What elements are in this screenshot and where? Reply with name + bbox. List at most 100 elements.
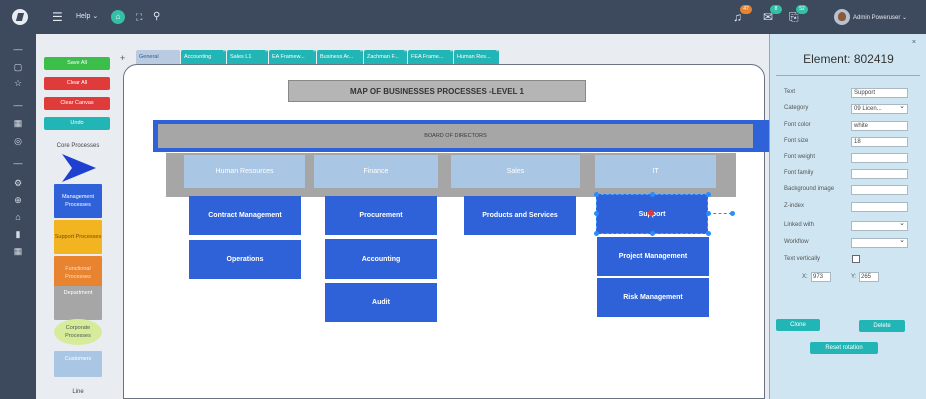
resize-handle-tl[interactable] (594, 192, 599, 197)
x-label: X: (802, 274, 808, 280)
process-project-management[interactable]: Project Management (597, 237, 709, 276)
font-weight-field[interactable] (851, 153, 908, 163)
delete-button[interactable]: Delete (859, 320, 905, 332)
close-icon[interactable]: ˟ (223, 50, 225, 61)
bar-chart-icon[interactable]: ▮ (10, 229, 26, 240)
close-icon[interactable]: ˟ (360, 50, 362, 61)
avatar[interactable] (834, 9, 850, 25)
tab-ea-framework[interactable]: EA Framew... ˟ (269, 50, 316, 65)
shape-department[interactable]: Department (54, 286, 102, 320)
element-title: Element: 802419 (803, 52, 894, 66)
properties-panel: × Element: 802419 Text Support Category … (769, 34, 926, 399)
close-icon[interactable]: × (912, 39, 916, 46)
category-select[interactable]: 09 Licen... (851, 103, 908, 114)
close-icon[interactable]: ˟ (404, 50, 406, 61)
clone-button[interactable]: Clone (776, 319, 820, 331)
linked-with-select[interactable] (851, 220, 908, 231)
connector-handle[interactable] (730, 211, 735, 216)
clear-canvas-button[interactable]: Clear Canvas (44, 97, 110, 110)
menu-icon[interactable]: ☰ (52, 9, 63, 25)
tab-general[interactable]: General (136, 50, 180, 65)
close-icon[interactable]: ˟ (450, 50, 452, 61)
font-family-field[interactable] (851, 169, 908, 179)
resize-handle-br[interactable] (706, 231, 711, 236)
process-operations[interactable]: Operations (189, 240, 301, 279)
process-audit[interactable]: Audit (325, 283, 437, 322)
globe-icon[interactable]: ⊕ (10, 195, 26, 206)
collapse-icon[interactable]: — (10, 44, 26, 54)
map-title[interactable]: MAP OF BUSINESSES PROCESSES -LEVEL 1 (288, 80, 586, 102)
process-contract-management[interactable]: Contract Management (189, 196, 301, 235)
text-label: Text (784, 89, 796, 95)
core-process-arrow[interactable] (62, 154, 96, 182)
line-tool[interactable]: Line (38, 389, 118, 395)
department-human-resources[interactable]: Human Resources (184, 155, 305, 188)
workflow-select[interactable] (851, 237, 908, 248)
shape-management-processes[interactable]: Management Processes (54, 184, 102, 218)
shape-support-processes[interactable]: Support Processes (54, 220, 102, 254)
resize-handle-l[interactable] (594, 211, 599, 216)
folder-icon[interactable]: ▢ (10, 62, 26, 73)
search-icon[interactable]: ⚲ (153, 9, 160, 25)
core-processes-label: Core Processes (56, 143, 100, 149)
department-finance[interactable]: Finance (314, 155, 438, 188)
font-weight-label: Font weight (784, 154, 816, 160)
text-vertically-checkbox[interactable] (852, 255, 860, 263)
resize-handle-tr[interactable] (706, 192, 711, 197)
text-vertically-label: Text vertically (784, 256, 821, 262)
fullscreen-icon[interactable]: ⛶ (136, 9, 142, 25)
resize-handle-bl[interactable] (594, 231, 599, 236)
font-color-field[interactable]: white (851, 121, 908, 131)
add-tab-button[interactable]: + (120, 53, 125, 63)
shape-corporate-processes[interactable]: Corporate Processes (54, 319, 102, 345)
resize-handle-b[interactable] (650, 231, 655, 236)
resize-handle-t[interactable] (650, 192, 655, 197)
grid-icon[interactable]: ▦ (10, 118, 26, 129)
process-risk-management[interactable]: Risk Management (597, 278, 709, 317)
shape-functional-processes[interactable]: Functional Processes (54, 256, 102, 290)
save-all-button[interactable]: Save All (44, 57, 110, 70)
tab-sales-l1[interactable]: Sales L1 ˟ (227, 50, 268, 65)
settings-icon[interactable]: ⚙ (10, 178, 26, 189)
y-label: Y: (851, 274, 857, 280)
close-icon[interactable]: ˟ (265, 50, 267, 61)
category-label: Category (784, 105, 809, 111)
undo-button[interactable]: Undo (44, 117, 110, 130)
department-it[interactable]: IT (595, 155, 716, 188)
x-field[interactable]: 973 (811, 272, 831, 282)
help-menu[interactable]: Help ⌄ (76, 12, 98, 20)
rotation-handle[interactable] (648, 210, 654, 216)
close-icon[interactable]: ˟ (496, 50, 498, 61)
text-field[interactable]: Support (851, 88, 908, 98)
close-icon[interactable]: ˟ (313, 50, 315, 61)
user-menu[interactable]: Admin Poweruser ⌄ (853, 14, 907, 21)
top-bar: ☰ Help ⌄ ⌂ ⛶ ⚲ ♫ 47 ✉ 8 ⎘ 52 Admin Power… (0, 0, 926, 34)
background-image-field[interactable] (851, 185, 908, 195)
divider-icon-2: — (13, 158, 23, 168)
tab-human-resources[interactable]: Human Res... ˟ (454, 50, 499, 65)
left-sidebar: — ▢ ☆ — ▦ ◎ — ⚙ ⊕ ⌂ ▮ ▦ (0, 34, 36, 399)
shape-customers[interactable]: Customers (54, 351, 102, 377)
target-icon[interactable]: ◎ (10, 136, 26, 147)
divider-icon: — (13, 100, 23, 110)
clear-all-button[interactable]: Clear All (44, 77, 110, 90)
reset-rotation-button[interactable]: Reset rotation (810, 342, 878, 354)
tab-fea-framework[interactable]: FEA Frame... ˟ (408, 50, 453, 65)
tab-business-architecture[interactable]: Business Ar... ˟ (317, 50, 363, 65)
board-of-directors[interactable]: BOARD OF DIRECTORS (158, 124, 753, 148)
y-field[interactable]: 265 (859, 272, 879, 282)
process-accounting[interactable]: Accounting (325, 239, 437, 279)
app-logo[interactable] (12, 9, 28, 25)
department-sales[interactable]: Sales (451, 155, 580, 188)
building-icon[interactable]: ⌂ (10, 212, 26, 222)
apps-icon[interactable]: ▦ (10, 246, 26, 257)
font-size-field[interactable]: 18 (851, 137, 908, 147)
process-procurement[interactable]: Procurement (325, 196, 437, 235)
connector-line (708, 213, 732, 214)
tab-zachman[interactable]: Zachman F... ˟ (364, 50, 407, 65)
tab-accounting[interactable]: Accounting ˟ (181, 50, 226, 65)
z-index-field[interactable] (851, 202, 908, 212)
home-icon[interactable]: ⌂ (111, 10, 125, 24)
process-products-and-services[interactable]: Products and Services (464, 196, 576, 235)
star-icon[interactable]: ☆ (10, 78, 26, 89)
